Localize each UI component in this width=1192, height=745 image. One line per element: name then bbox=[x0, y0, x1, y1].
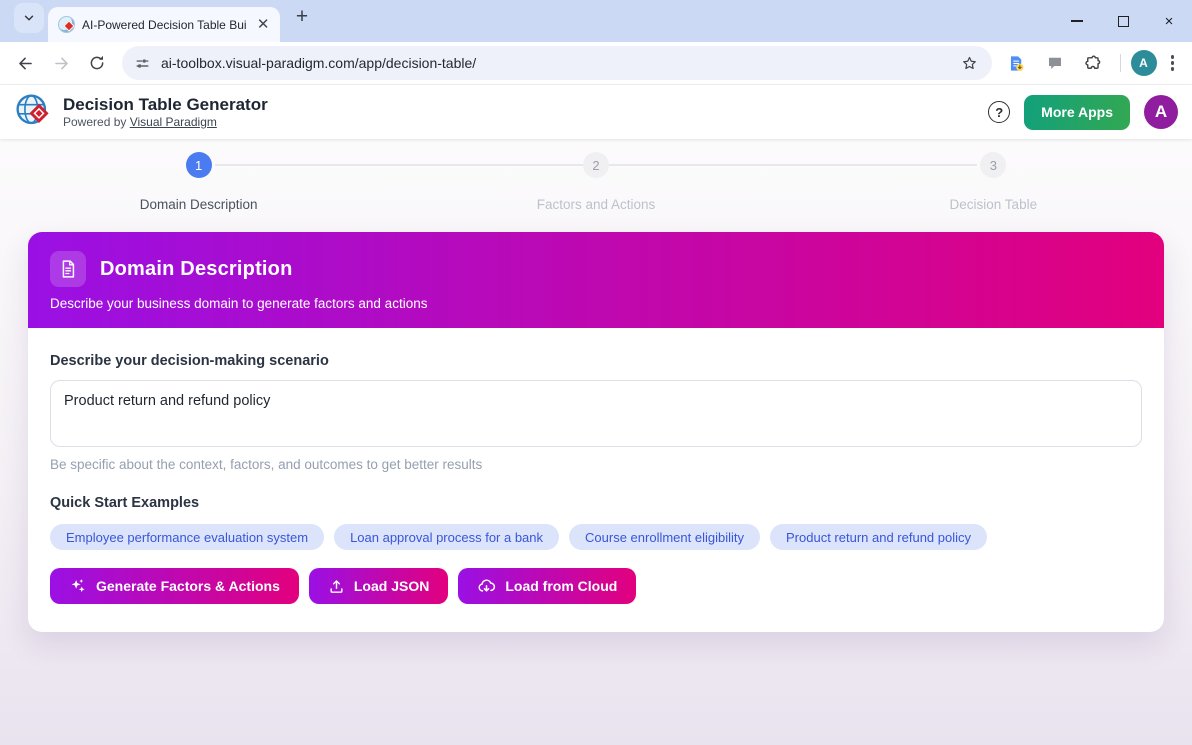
forward-arrow-icon bbox=[52, 54, 71, 73]
url-text[interactable]: ai-toolbox.visual-paradigm.com/app/decis… bbox=[161, 55, 956, 71]
card-header: Domain Description Describe your busines… bbox=[28, 232, 1164, 328]
help-button[interactable]: ? bbox=[988, 101, 1010, 123]
domain-description-card: Domain Description Describe your busines… bbox=[28, 232, 1164, 632]
browser-toolbar: ai-toolbox.visual-paradigm.com/app/decis… bbox=[0, 42, 1192, 85]
scenario-helper-text: Be specific about the context, factors, … bbox=[50, 457, 1142, 472]
cloud-download-icon bbox=[477, 577, 496, 596]
site-settings-icon[interactable] bbox=[134, 55, 151, 72]
step-3-circle: 3 bbox=[980, 152, 1006, 178]
user-avatar[interactable]: A bbox=[1144, 95, 1178, 129]
load-json-button[interactable]: Load JSON bbox=[309, 568, 448, 604]
forward-button[interactable] bbox=[44, 46, 78, 80]
example-chip-product-return[interactable]: Product return and refund policy bbox=[770, 524, 987, 550]
app-header: Decision Table Generator Powered by Visu… bbox=[0, 85, 1192, 139]
quick-start-chips: Employee performance evaluation system L… bbox=[50, 524, 1142, 550]
speech-bubble-icon bbox=[1046, 54, 1064, 72]
powered-by-prefix: Powered by bbox=[63, 115, 130, 129]
app-title: Decision Table Generator bbox=[63, 95, 268, 115]
chevron-down-icon bbox=[22, 11, 36, 25]
app-header-actions: ? More Apps A bbox=[988, 95, 1178, 130]
step-2-circle: 2 bbox=[583, 152, 609, 178]
window-close-button[interactable]: × bbox=[1146, 0, 1192, 42]
step-decision-table[interactable]: 3 Decision Table bbox=[795, 152, 1192, 212]
example-chip-employee-performance[interactable]: Employee performance evaluation system bbox=[50, 524, 324, 550]
quick-start-label: Quick Start Examples bbox=[50, 495, 1142, 511]
app-title-block: Decision Table Generator Powered by Visu… bbox=[63, 95, 268, 129]
tab-close-icon[interactable]: ✕ bbox=[254, 16, 272, 34]
scenario-field-label: Describe your decision-making scenario bbox=[50, 353, 1142, 369]
extensions-button[interactable] bbox=[1076, 46, 1110, 80]
sparkles-icon bbox=[69, 577, 87, 595]
reload-button[interactable] bbox=[80, 46, 114, 80]
generate-factors-actions-button[interactable]: Generate Factors & Actions bbox=[50, 568, 299, 604]
more-apps-button[interactable]: More Apps bbox=[1024, 95, 1130, 130]
generate-button-label: Generate Factors & Actions bbox=[96, 578, 280, 594]
example-chip-loan-approval[interactable]: Loan approval process for a bank bbox=[334, 524, 559, 550]
document-download-extension-icon bbox=[1007, 54, 1026, 73]
visual-paradigm-link[interactable]: Visual Paradigm bbox=[130, 115, 217, 129]
page-content: 1 Domain Description 2 Factors and Actio… bbox=[0, 139, 1192, 745]
window-maximize-button[interactable] bbox=[1100, 0, 1146, 42]
step-2-label: Factors and Actions bbox=[537, 197, 656, 212]
browser-menu-button[interactable] bbox=[1161, 47, 1185, 79]
load-json-button-label: Load JSON bbox=[354, 578, 429, 594]
browser-tab-active[interactable]: AI-Powered Decision Table Builder ✕ bbox=[48, 7, 280, 42]
star-icon bbox=[961, 55, 978, 72]
new-tab-button[interactable]: + bbox=[288, 4, 316, 32]
card-title: Domain Description bbox=[100, 258, 293, 281]
load-from-cloud-button[interactable]: Load from Cloud bbox=[458, 568, 636, 604]
toolbar-actions: A bbox=[1000, 46, 1185, 80]
load-from-cloud-button-label: Load from Cloud bbox=[505, 578, 617, 594]
puzzle-piece-icon bbox=[1083, 54, 1102, 73]
example-chip-course-enrollment[interactable]: Course enrollment eligibility bbox=[569, 524, 760, 550]
step-1-circle: 1 bbox=[186, 152, 212, 178]
address-bar[interactable]: ai-toolbox.visual-paradigm.com/app/decis… bbox=[122, 46, 992, 80]
browser-profile-avatar[interactable]: A bbox=[1131, 50, 1157, 76]
reload-icon bbox=[88, 54, 106, 72]
step-3-label: Decision Table bbox=[950, 197, 1038, 212]
window-minimize-button[interactable] bbox=[1054, 0, 1100, 42]
step-domain-description[interactable]: 1 Domain Description bbox=[0, 152, 397, 212]
card-body: Describe your decision-making scenario P… bbox=[28, 328, 1164, 632]
tab-title: AI-Powered Decision Table Builder bbox=[82, 18, 247, 32]
wizard-stepper: 1 Domain Description 2 Factors and Actio… bbox=[0, 139, 1192, 232]
toolbar-divider bbox=[1120, 54, 1121, 72]
card-actions: Generate Factors & Actions Load JSON Loa… bbox=[50, 568, 1142, 604]
upload-icon bbox=[328, 578, 345, 595]
document-icon bbox=[50, 251, 86, 287]
card-subtitle: Describe your business domain to generat… bbox=[50, 296, 1142, 311]
pinned-extension-comment-button[interactable] bbox=[1038, 46, 1072, 80]
bookmark-star-button[interactable] bbox=[956, 49, 984, 77]
tab-search-button[interactable] bbox=[14, 3, 44, 33]
step-factors-and-actions[interactable]: 2 Factors and Actions bbox=[397, 152, 794, 212]
step-1-label: Domain Description bbox=[140, 197, 258, 212]
back-button[interactable] bbox=[8, 46, 42, 80]
pinned-extension-docs-button[interactable] bbox=[1000, 46, 1034, 80]
powered-by: Powered by Visual Paradigm bbox=[63, 115, 268, 129]
back-arrow-icon bbox=[16, 54, 35, 73]
browser-tab-strip: AI-Powered Decision Table Builder ✕ + × bbox=[0, 0, 1192, 42]
window-controls: × bbox=[1054, 0, 1192, 42]
visual-paradigm-logo bbox=[14, 92, 54, 132]
scenario-input[interactable]: Product return and refund policy bbox=[50, 380, 1142, 447]
site-favicon bbox=[58, 16, 75, 33]
